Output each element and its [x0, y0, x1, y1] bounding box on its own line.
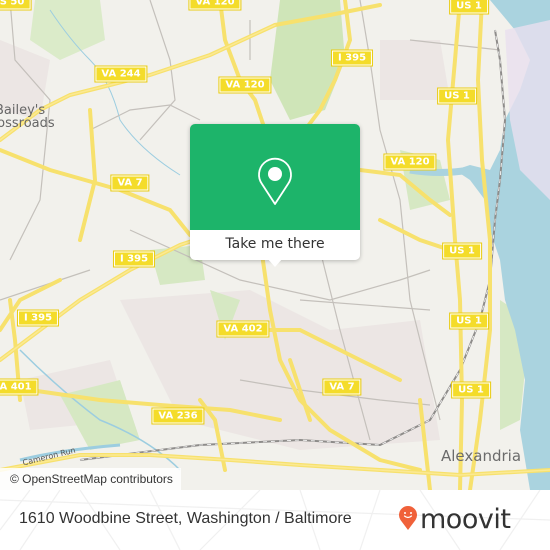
place-label-alexandria: Alexandria — [441, 447, 522, 465]
route-shield: VA 7 — [322, 378, 362, 396]
place-label-baileys-crossroads-line2: Crossroads — [0, 116, 55, 131]
route-shield: VA 236 — [151, 407, 205, 425]
take-me-there-button[interactable]: Take me there — [190, 230, 360, 260]
route-shield: VA 120 — [218, 76, 272, 94]
map-pin-icon — [254, 154, 296, 214]
route-shield: US 50 — [0, 0, 32, 11]
route-shield: I 395 — [112, 250, 156, 268]
route-shield: US 1 — [449, 312, 489, 330]
route-shield: VA 120 — [188, 0, 242, 11]
route-shield: I 395 — [330, 49, 374, 67]
route-shield: VA 402 — [216, 320, 270, 338]
route-shield: US 1 — [449, 0, 489, 15]
route-shield: VA 7 — [110, 174, 150, 192]
moovit-logo[interactable]: moovit — [398, 502, 511, 538]
moovit-wordmark: moovit — [420, 504, 511, 535]
moovit-pin-icon — [398, 505, 418, 535]
route-shield: US 1 — [451, 381, 491, 399]
popup-header — [190, 124, 360, 230]
route-shield: US 1 — [442, 242, 482, 260]
address-text: 1610 Woodbine Street, Washington / Balti… — [19, 510, 352, 527]
route-shield: VA 244 — [94, 65, 148, 83]
footer-bar: 1610 Woodbine Street, Washington / Balti… — [0, 490, 550, 550]
map-view[interactable]: US 50 VA 120 US 1 VA 244 VA 120 I 395 US… — [0, 0, 550, 490]
route-shield: I 395 — [16, 309, 60, 327]
map-attribution[interactable]: © OpenStreetMap contributors — [0, 468, 181, 490]
route-shield: VA 120 — [383, 153, 437, 171]
route-shield: US 1 — [437, 87, 477, 105]
popup-pointer — [267, 258, 283, 267]
route-shield: VA 401 — [0, 378, 39, 396]
destination-popup: Take me there — [190, 124, 360, 267]
